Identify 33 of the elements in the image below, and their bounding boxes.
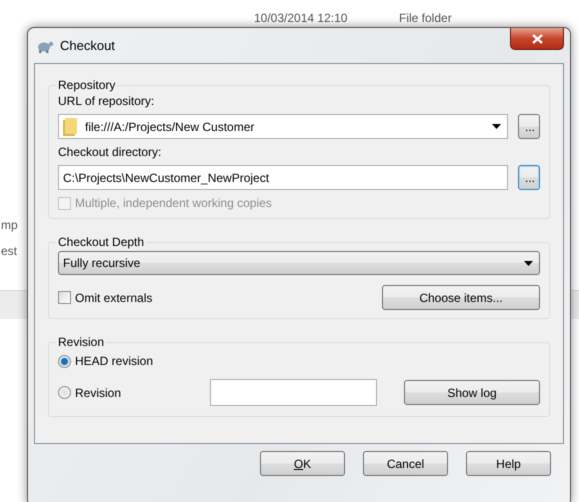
background-text: est (1, 244, 18, 258)
field-label: Checkout directory: (58, 145, 162, 159)
folder-icon (63, 118, 77, 136)
dialog-button[interactable]: OK (260, 451, 345, 476)
group-legend: Revision (56, 335, 106, 349)
caret-icon (524, 260, 533, 266)
radio-label: Revision (75, 386, 122, 400)
radio-label: HEAD revision (75, 354, 154, 368)
group-legend: Checkout Depth (56, 235, 146, 249)
checkbox-label: Omit externals (75, 290, 152, 304)
caret-icon (492, 124, 501, 129)
checkbox[interactable] (58, 291, 71, 304)
dialog-button[interactable]: Help (466, 451, 551, 476)
window-title: Checkout (60, 38, 116, 53)
background-text: 10/03/2014 12:10 (254, 11, 348, 25)
revision-field[interactable] (210, 379, 377, 406)
checkbox-label: Multiple, independent working copies (75, 196, 272, 210)
close-icon (532, 34, 542, 44)
field-label: URL of repository: (58, 94, 156, 108)
directory-field[interactable]: C:\Projects\NewCustomer_NewProject (58, 165, 508, 190)
browse-button[interactable]: ... (518, 165, 540, 190)
browse-button[interactable]: ... (518, 114, 540, 139)
group-legend: Repository (56, 78, 118, 92)
background-text: mp (1, 218, 18, 232)
dialog-button[interactable]: Cancel (363, 451, 448, 476)
close-button[interactable] (510, 28, 564, 50)
depth-dropdown[interactable]: Fully recursive (58, 251, 540, 275)
url-combobox[interactable]: file:///A:/Projects/New Customer (58, 114, 508, 139)
background-text: File folder (399, 11, 452, 25)
radio-button[interactable] (58, 354, 71, 368)
radio-button[interactable] (58, 386, 71, 399)
show-log-button[interactable]: Show log (404, 380, 540, 405)
choose-items-button[interactable]: Choose items... (382, 285, 540, 310)
